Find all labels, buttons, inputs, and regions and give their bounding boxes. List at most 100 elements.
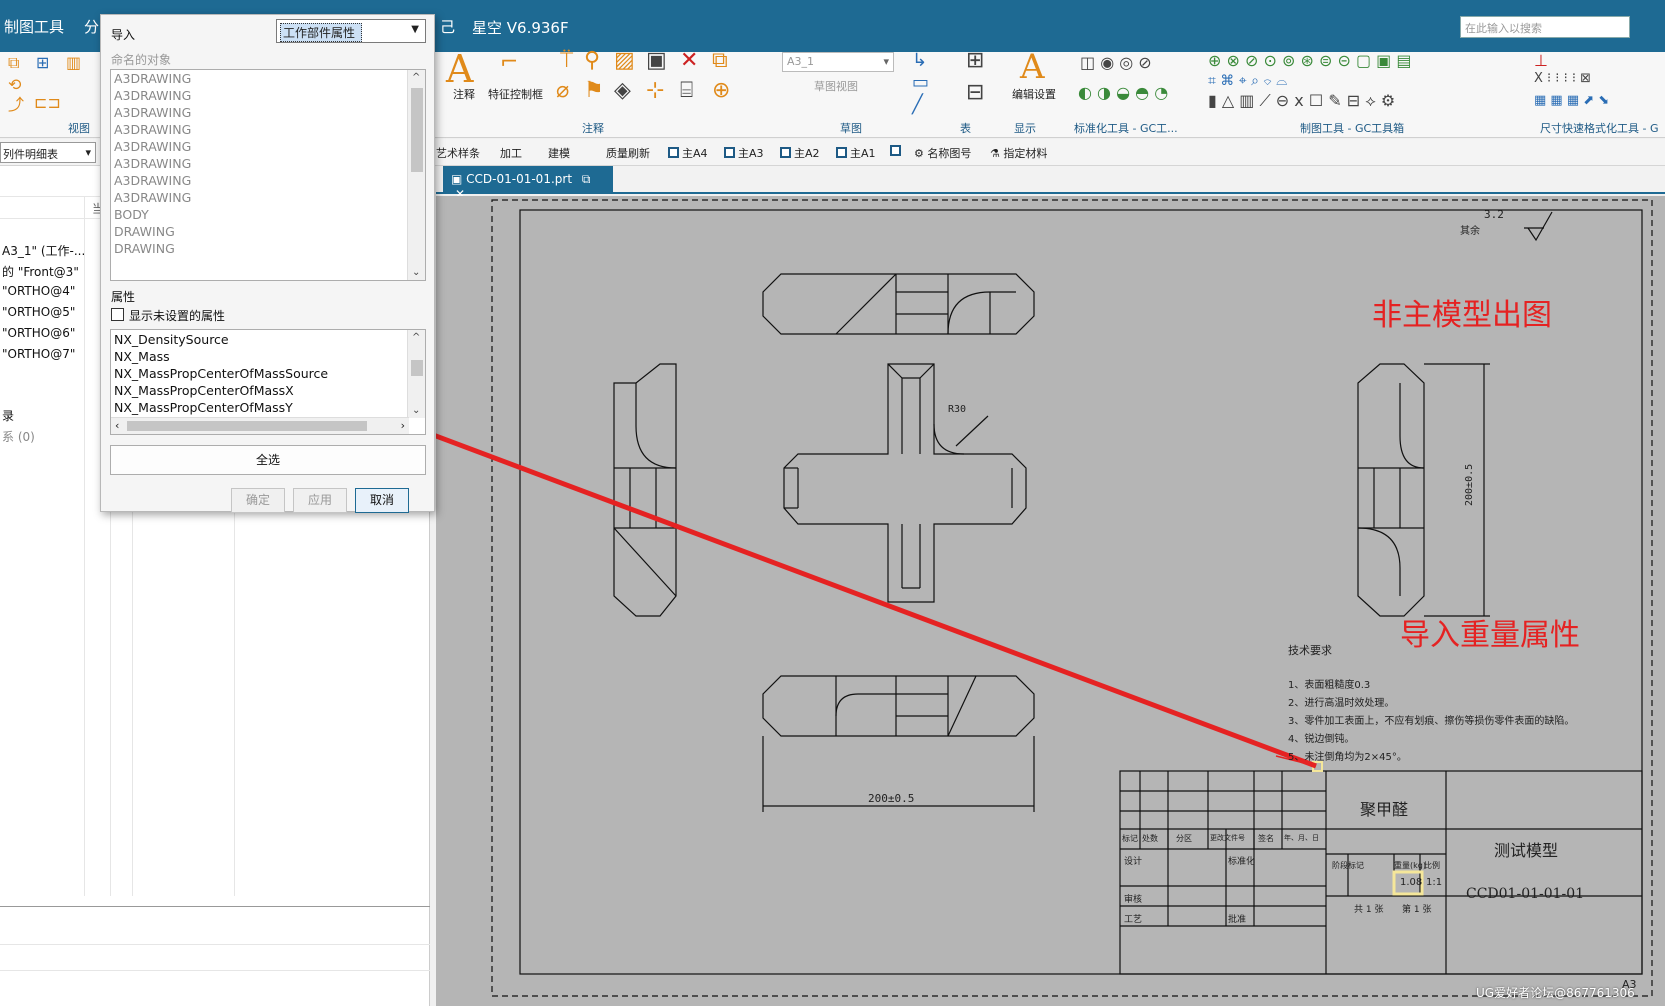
scroll-thumb[interactable] [411,360,423,376]
annotation-label[interactable]: 注释 [453,86,475,102]
scroll-right-icon[interactable]: › [401,419,405,432]
tab-menu-icon[interactable]: ⧉ [582,172,591,186]
frame-icon[interactable]: ⧉ [712,50,728,72]
ok-button[interactable]: 确定 [231,488,285,513]
show-unset-label[interactable]: 显示未设置的属性 [129,307,225,324]
select-all-button[interactable]: 全选 [110,445,426,475]
sketch-icon-3[interactable]: ╱ [912,94,923,116]
std-tool-icon-2[interactable]: ◐ ◑ ◒ ◓ ◔ [1078,82,1168,104]
dim-tool-icon-row[interactable]: X ⁝ ⁝ ⁝ ⁝ ⊠ [1534,68,1591,90]
menu-drafting-tools[interactable]: 制图工具 [4,16,64,37]
qbar-a1[interactable]: 主A1 [836,145,876,161]
attributes-list[interactable]: NX_DensitySource NX_Mass NX_MassPropCent… [110,329,426,435]
apply-button[interactable]: 应用 [293,488,347,513]
list-item[interactable]: A3DRAWING [114,88,191,103]
attr-list-vscroll[interactable]: ^ ⌄ [407,330,425,418]
nav-row-ortho4[interactable]: "ORTHO@4" [2,284,75,298]
view-icon-4[interactable]: ⟲ [8,74,21,96]
list-item[interactable]: DRAWING [114,241,175,256]
gc-tool-icon-row3[interactable]: ▮ △ ▥ ⟋ ⊖ ⅹ ☐ ✎ ⊟ ⟡ ⚙ [1208,90,1395,112]
search-input[interactable]: 在此输入以搜索 [1460,16,1630,38]
nav-row-front[interactable]: 的 "Front@3" [2,263,79,280]
list-item[interactable]: A3DRAWING [114,173,191,188]
magnify-icon[interactable]: ⚲ [584,50,600,72]
list-item[interactable]: A3DRAWING [114,139,191,154]
nav-row-ortho6[interactable]: "ORTHO@6" [2,326,75,340]
fill-icon[interactable]: ◈ [614,80,631,102]
gc-tool-icon-row2[interactable]: ⌗ ⌘ ⌖ ⌕ ⌔ ⌓ [1208,70,1287,92]
scroll-down-icon[interactable]: ⌄ [412,267,420,278]
qbar-mass-refresh[interactable]: 质量刷新 [606,145,650,161]
feature-control-icon[interactable]: ⌐ [500,52,518,74]
list-item[interactable]: NX_DensitySource [114,332,229,347]
view-icon-1[interactable]: ⧉ [8,52,19,74]
nav-row-ortho7[interactable]: "ORTHO@7" [2,347,75,361]
view-icon-6[interactable]: ⊏⊐ [34,92,61,114]
menu-fen[interactable]: 分 [84,16,99,37]
scroll-up-icon[interactable]: ^ [412,72,420,83]
table-edit-icon[interactable]: ⊟ [966,82,984,104]
cancel-button[interactable]: 取消 [355,488,409,513]
nav-row-ortho5[interactable]: "ORTHO@5" [2,305,75,319]
dim-tool-icon-row2[interactable]: ▦ ▦ ▦ ⬈ ⬊ [1534,90,1609,112]
centerline-icon[interactable]: ⊹ [646,80,664,102]
gc-tool-icon-row1[interactable]: ⊕ ⊗ ⊘ ⊙ ⊚ ⊛ ⊜ ⊝ ▢ ▣ ▤ [1208,50,1411,72]
parts-list-select[interactable]: 列件明细表 ▾ [0,142,96,163]
qbar-a4[interactable]: 主A4 [668,145,708,161]
nav-row-system[interactable]: 系 (0) [2,428,35,445]
list-item[interactable]: NX_MassPropCenterOfMassSource [114,366,328,381]
scroll-up-icon[interactable]: ^ [412,332,420,343]
sketch-icon-2[interactable]: ▭ [912,72,929,94]
sketch-icon-1[interactable]: ↳ [912,50,927,72]
list-item[interactable]: A3DRAWING [114,156,191,171]
annotation-icon[interactable]: A [446,50,473,88]
weld-icon[interactable]: ⌀ [556,80,569,102]
qbar-a2[interactable]: 主A2 [780,145,820,161]
qbar-blank[interactable] [890,145,904,158]
qbar-art-spline[interactable]: 艺术样条 [436,145,480,161]
list-item[interactable]: DRAWING [114,224,175,239]
view-icon-2[interactable]: ⊞ [36,52,49,74]
nav-row-sheet[interactable]: A3_1" (工作-... [2,242,85,259]
search-icon[interactable]: ⌕ [1620,14,1630,34]
qbar-name-number[interactable]: ⚙ 名称图号 [914,145,971,161]
list-item[interactable]: NX_MassPropCenterOfMassX [114,383,294,398]
scroll-left-icon[interactable]: ‹ [115,419,119,432]
source-select[interactable]: 工作部件属性 ▼ [276,19,426,43]
named-objects-list[interactable]: A3DRAWING A3DRAWING A3DRAWING A3DRAWING … [110,69,426,281]
drawing-canvas[interactable]: 3.2 其余 R30 200±0.5 200±0.5 非主模型出图 导入重量属性… [436,196,1665,1006]
list-item[interactable]: A3DRAWING [114,71,191,86]
list-item[interactable]: A3DRAWING [114,122,191,137]
qbar-a3[interactable]: 主A3 [724,145,764,161]
nav-row-record[interactable]: 录 [2,407,14,424]
qbar-assign-material[interactable]: ⚗ 指定材料 [990,145,1047,161]
named-list-scrollbar[interactable]: ^ ⌄ [407,70,425,280]
qbar-machining[interactable]: 加工 [500,145,522,161]
list-item[interactable]: NX_MassPropCenterOfMassY [114,400,293,415]
datum-icon[interactable]: ⍡ [560,50,573,72]
view-icon-3[interactable]: ▥ [66,52,81,74]
sheet-dropdown[interactable]: A3_1 ▾ [782,52,894,72]
view-icon-5[interactable]: ⤴ [8,94,24,116]
scroll-down-icon[interactable]: ⌄ [412,405,420,416]
std-tool-icon-1[interactable]: ◫ ◉ ◎ ⊘ [1080,52,1152,74]
scroll-thumb[interactable] [411,88,423,172]
list-item[interactable]: BODY [114,207,149,222]
list-item[interactable]: A3DRAWING [114,190,191,205]
show-unset-checkbox[interactable] [111,308,124,321]
flag-icon[interactable]: ⚑ [584,80,604,102]
list-item[interactable]: NX_Mass [114,349,170,364]
tab-ccd-part[interactable]: ▣ CCD-01-01-01.prt ⧉ ✕ [443,166,613,201]
edit-settings-label[interactable]: 编辑设置 [1012,86,1056,102]
table-icon[interactable]: ⊞ [966,50,984,72]
list-item[interactable]: A3DRAWING [114,105,191,120]
callout-icon[interactable]: ⌸ [680,80,693,102]
edit-settings-icon[interactable]: A [1020,50,1045,84]
attr-list-hscroll[interactable]: ‹ › [111,417,409,434]
feature-control-label[interactable]: 特征控制框 [488,86,543,102]
menu-fragment[interactable]: 己 [440,16,455,37]
sketch-view-label[interactable]: 草图视图 [814,78,858,94]
scroll-thumb[interactable] [127,421,367,431]
cross-icon[interactable]: ✕ [680,50,698,72]
target-icon[interactable]: ⊕ [712,80,730,102]
